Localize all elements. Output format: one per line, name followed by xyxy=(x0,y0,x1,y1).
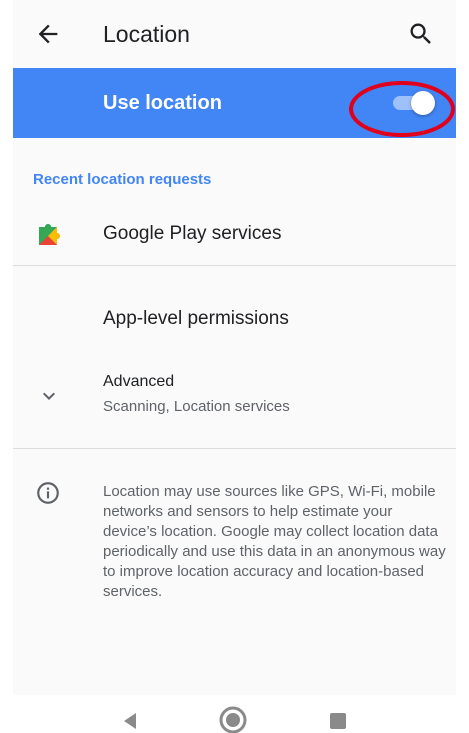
system-nav-bar xyxy=(0,695,469,733)
divider xyxy=(13,265,456,266)
use-location-label: Use location xyxy=(103,92,222,114)
chevron-down-icon xyxy=(37,384,61,408)
arrow-back-icon[interactable] xyxy=(34,20,62,48)
page: Location Use location Recent location re… xyxy=(0,0,469,733)
recent-requests-header: Recent location requests xyxy=(33,171,212,188)
advanced-item[interactable]: Advanced Scanning, Location services xyxy=(13,360,456,440)
app-bar: Location xyxy=(13,0,456,68)
list-item-label: Google Play services xyxy=(103,223,282,244)
page-title: Location xyxy=(103,21,190,47)
info-icon xyxy=(35,480,61,506)
use-location-toggle[interactable] xyxy=(393,91,435,115)
toggle-thumb xyxy=(411,91,435,115)
list-item-google-play-services[interactable]: Google Play services xyxy=(13,205,456,265)
nav-home-icon[interactable] xyxy=(218,705,248,733)
app-level-permissions-item[interactable]: App-level permissions xyxy=(13,290,456,350)
search-icon[interactable] xyxy=(407,20,435,48)
divider xyxy=(13,448,456,449)
nav-recents-icon[interactable] xyxy=(330,713,346,729)
footer-info-text: Location may use sources like GPS, Wi-Fi… xyxy=(103,483,446,600)
google-play-services-icon xyxy=(35,219,65,249)
advanced-title: Advanced xyxy=(103,373,175,390)
nav-back-icon[interactable] xyxy=(120,711,140,731)
screen: Location Use location Recent location re… xyxy=(13,0,456,695)
advanced-summary: Scanning, Location services xyxy=(103,398,290,415)
use-location-switch-bar[interactable]: Use location xyxy=(13,68,456,138)
app-level-permissions-label: App-level permissions xyxy=(103,308,289,329)
